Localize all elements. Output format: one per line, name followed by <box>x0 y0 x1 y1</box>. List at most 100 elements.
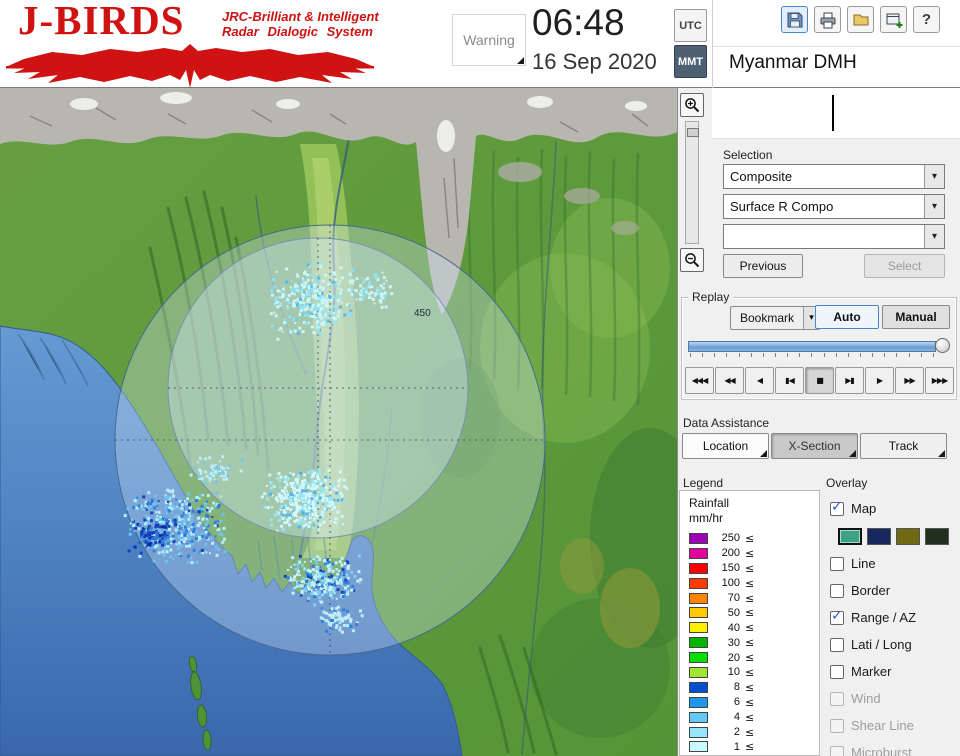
save-icon <box>785 10 805 30</box>
print-button[interactable] <box>814 6 841 33</box>
help-button[interactable]: ? <box>913 6 940 33</box>
legend-row: 100≤ <box>689 576 815 591</box>
slider-tick <box>739 353 740 357</box>
wind-checkbox[interactable] <box>830 692 844 706</box>
replay-group-label: Replay <box>688 290 733 304</box>
overlay-section-label: Overlay <box>826 476 867 490</box>
bookmark-button[interactable]: Bookmark ▾ <box>730 306 820 330</box>
location-button[interactable]: Location <box>682 433 769 459</box>
slider-tick <box>872 353 873 357</box>
text-caret <box>832 95 834 131</box>
zoom-slider-thumb[interactable] <box>687 128 699 137</box>
microburst-checkbox[interactable] <box>830 746 844 756</box>
overlay-item-microburst[interactable]: Microburst <box>824 739 960 756</box>
lati-long-checkbox[interactable] <box>830 638 844 652</box>
data-assistance-buttons: LocationX-SectionTrack <box>682 433 947 459</box>
jump-end-button[interactable]: ▶▶▶ <box>925 367 954 394</box>
radar-map[interactable]: 450 <box>0 88 677 756</box>
check-icon: ✓ <box>831 499 843 515</box>
auto-mode-button[interactable]: Auto <box>815 305 879 329</box>
zoom-slider-track[interactable] <box>685 121 699 244</box>
legend-row: 1≤ <box>689 739 815 754</box>
fast-rewind-button[interactable]: ◀◀◀ <box>685 367 714 394</box>
rewind-button[interactable]: ◀◀ <box>715 367 744 394</box>
overlay-item-shear-line[interactable]: Shear Line <box>824 712 960 739</box>
legend-value: 250 <box>714 532 740 544</box>
zoom-in-button[interactable] <box>680 93 704 117</box>
legend-color-swatch <box>689 578 708 589</box>
range-az-checkbox[interactable]: ✓ <box>830 611 844 625</box>
selection-dropdown-2[interactable]: Surface R Compo▾ <box>723 194 945 219</box>
map-style-swatch-4[interactable] <box>925 528 949 545</box>
legend-value: 200 <box>714 547 740 559</box>
border-checkbox[interactable] <box>830 584 844 598</box>
select-button[interactable]: Select <box>864 254 945 278</box>
legend-value: 150 <box>714 562 740 574</box>
slider-tick <box>811 353 812 357</box>
dropdown-value: Composite <box>730 169 792 184</box>
selection-dropdown-1[interactable]: Composite ▾ <box>723 164 945 189</box>
utc-button[interactable]: UTC <box>674 9 707 42</box>
x-section-button[interactable]: X-Section <box>771 433 858 459</box>
legend-value: 8 <box>714 681 740 693</box>
legend-section-label: Legend <box>683 476 723 490</box>
new-window-icon <box>884 10 904 30</box>
slider-thumb[interactable] <box>935 338 950 353</box>
overlay-item-wind[interactable]: Wind <box>824 685 960 712</box>
overlay-item-line[interactable]: Line <box>824 550 960 577</box>
chevron-down-icon[interactable]: ▾ <box>924 225 944 248</box>
slider-tick <box>799 353 800 357</box>
chevron-down-icon[interactable]: ▾ <box>924 195 944 218</box>
stop-button[interactable]: ■ <box>805 367 834 394</box>
clock-date: 16 Sep 2020 <box>532 49 657 75</box>
shear-line-checkbox[interactable] <box>830 719 844 733</box>
zoom-out-button[interactable] <box>680 248 704 272</box>
manual-mode-button[interactable]: Manual <box>882 305 950 329</box>
jbirds-logo: J-BIRDS JRC-Brilliant & Intelligent Rada… <box>6 2 378 86</box>
track-button[interactable]: Track <box>860 433 947 459</box>
save-button[interactable] <box>781 6 808 33</box>
mmt-button[interactable]: MMT <box>674 45 707 78</box>
overlay-panel: ✓Map LineBorder✓Range / AZLati / LongMark… <box>824 490 960 756</box>
slider-tick <box>909 353 910 357</box>
replay-timeline-slider[interactable] <box>688 337 950 359</box>
line-checkbox[interactable] <box>830 557 844 571</box>
legend-row: 10≤ <box>689 665 815 680</box>
map-style-swatch-1[interactable] <box>838 528 862 545</box>
dropdown-corner-icon <box>517 57 524 64</box>
map-style-swatch-3[interactable] <box>896 528 920 545</box>
overlay-item-map[interactable]: ✓Map <box>824 495 960 522</box>
selection-dropdown-3[interactable]: ▾ <box>723 224 945 249</box>
less-equal-symbol: ≤ <box>745 726 754 739</box>
step-backward-button[interactable]: ▮◀ <box>775 367 804 394</box>
overlay-item-lati-long[interactable]: Lati / Long <box>824 631 960 658</box>
legend-value: 2 <box>714 726 740 738</box>
marker-checkbox[interactable] <box>830 665 844 679</box>
map-style-swatch-2[interactable] <box>867 528 891 545</box>
slider-tick <box>751 353 752 357</box>
control-panel: Selection Composite▾Surface R Compo▾▾ Pr… <box>677 88 960 756</box>
overlay-item-range-az[interactable]: ✓Range / AZ <box>824 604 960 631</box>
legend-row: 20≤ <box>689 650 815 665</box>
overlay-item-border[interactable]: Border <box>824 577 960 604</box>
slider-ticks <box>690 353 934 358</box>
new-window-button[interactable] <box>880 6 907 33</box>
warning-button[interactable]: Warning <box>452 14 526 66</box>
zoom-in-icon <box>684 97 701 114</box>
legend-color-swatch <box>689 637 708 648</box>
open-folder-button[interactable] <box>847 6 874 33</box>
play-backward-button[interactable]: ◀ <box>745 367 774 394</box>
header-divider-vertical <box>712 0 713 88</box>
fast-forward-button[interactable]: ▶▶ <box>895 367 924 394</box>
step-forward-button[interactable]: ▶▮ <box>835 367 864 394</box>
play-forward-button[interactable]: ▶ <box>865 367 894 394</box>
map-style-swatches <box>824 522 960 550</box>
previous-button[interactable]: Previous <box>723 254 803 278</box>
query-input[interactable] <box>712 88 960 139</box>
chevron-down-icon[interactable]: ▾ <box>924 165 944 188</box>
legend-value: 6 <box>714 696 740 708</box>
overlay-item-marker[interactable]: Marker <box>824 658 960 685</box>
map-checkbox[interactable]: ✓ <box>830 502 844 516</box>
slider-track[interactable] <box>688 341 936 352</box>
less-equal-symbol: ≤ <box>745 696 754 709</box>
